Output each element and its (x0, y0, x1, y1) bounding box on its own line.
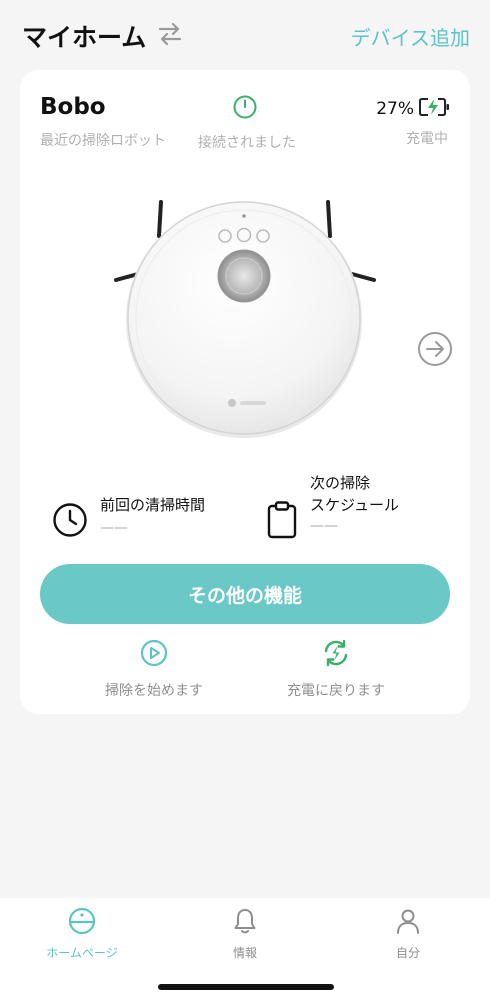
next-schedule-value: —— (310, 518, 338, 534)
device-subtitle: 最近の掃除ロボット (40, 133, 166, 149)
nav-label-home: ホームページ (46, 946, 118, 960)
nav-item-info[interactable]: 情報 (185, 906, 305, 961)
bell-icon (234, 909, 256, 934)
return-to-dock-label: 充電に戻ります (287, 683, 385, 699)
add-device-button[interactable]: デバイス追加 (351, 22, 470, 51)
start-cleaning-label: 掃除を始めます (105, 683, 203, 699)
last-clean-label: 前回の清掃時間 (100, 496, 206, 514)
battery-percent: 27% (376, 99, 414, 119)
user-icon (397, 909, 419, 934)
next-schedule-label-line2: スケジュール (310, 496, 399, 514)
clipboard-icon (267, 501, 297, 539)
device-name: Bobo (40, 94, 106, 120)
next-schedule-label-line1: 次の掃除 (310, 474, 371, 492)
nav-label-me: 自分 (395, 946, 420, 960)
power-icon (233, 95, 257, 119)
start-cleaning-button[interactable]: 掃除を始めます (74, 638, 234, 700)
robot-vacuum-image (114, 200, 376, 438)
play-circle-icon (140, 639, 168, 667)
page-title: マイホーム (22, 23, 147, 52)
last-clean-value: —— (100, 520, 128, 536)
more-features-button[interactable]: その他の機能 (40, 564, 450, 624)
recharge-icon (324, 639, 348, 667)
battery-charging-icon (419, 98, 449, 116)
next-schedule-label: 次の掃除 スケジュール (310, 472, 460, 516)
nav-item-me[interactable]: 自分 (348, 906, 468, 961)
nav-label-info: 情報 (232, 946, 257, 960)
arrow-right-circle-icon[interactable] (416, 330, 454, 368)
nav-item-home[interactable]: ホームページ (22, 906, 142, 961)
charge-status: 充電中 (406, 131, 448, 147)
clock-icon (53, 503, 87, 537)
device-card[interactable]: Bobo 最近の掃除ロボット 接続されました 27% 充電中 前回の清掃時間 —… (20, 70, 470, 714)
last-clean-info: 前回の清掃時間 —— (50, 490, 250, 560)
connection-status: 接続されました (198, 135, 296, 151)
return-to-dock-button[interactable]: 充電に戻ります (256, 638, 416, 700)
next-schedule-info[interactable]: 次の掃除 スケジュール —— (264, 470, 464, 560)
header: マイホーム デバイス追加 (0, 0, 490, 68)
robot-home-icon (68, 907, 96, 935)
swap-arrows-icon[interactable] (156, 20, 184, 48)
home-indicator (158, 984, 334, 990)
